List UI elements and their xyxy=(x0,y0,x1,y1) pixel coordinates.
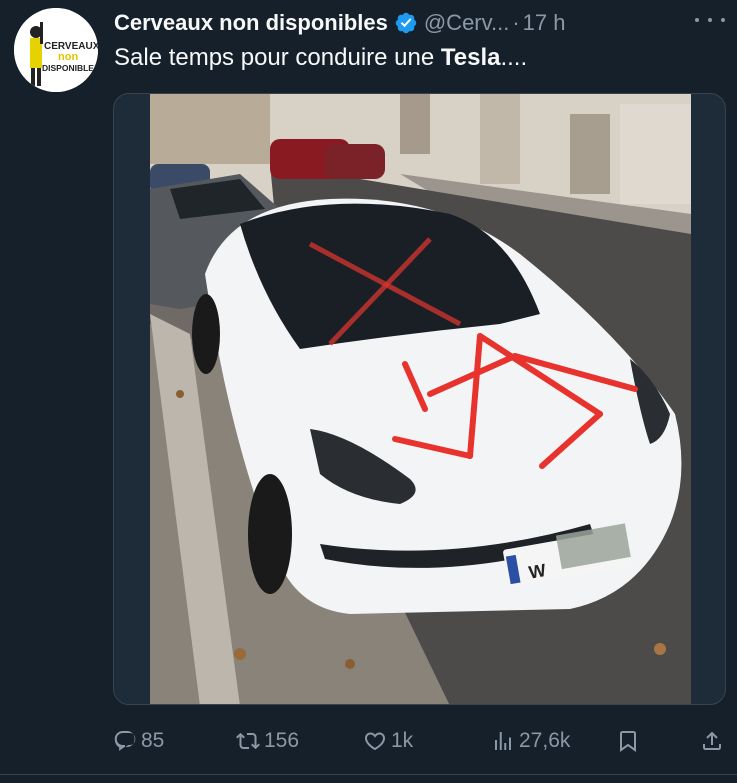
timestamp[interactable]: 17 h xyxy=(523,10,566,36)
tweet[interactable]: CERVEAUX non DISPONIBLES Cerveaux non di… xyxy=(0,0,737,783)
repost-icon xyxy=(236,732,260,750)
share-icon xyxy=(703,731,721,750)
reply-count: 85 xyxy=(141,729,165,752)
plate-text: W xyxy=(527,560,547,583)
tweet-header: Cerveaux non disponibles @Cerv... · 17 h xyxy=(114,8,723,38)
car-photo: W xyxy=(150,94,691,704)
share-button[interactable] xyxy=(700,724,728,758)
views-count: 27,6k xyxy=(519,729,571,752)
tweet-media[interactable]: W xyxy=(113,93,726,705)
reply-button[interactable]: 85 xyxy=(113,724,164,758)
svg-text:non: non xyxy=(58,51,78,63)
views-button[interactable]: 27,6k xyxy=(491,724,570,758)
avatar[interactable]: CERVEAUX non DISPONIBLES xyxy=(14,8,98,92)
reply-icon xyxy=(114,731,136,751)
tweet-photo[interactable]: W xyxy=(150,94,691,704)
like-count: 1k xyxy=(391,729,414,752)
svg-text:DISPONIBLES: DISPONIBLES xyxy=(42,63,98,73)
verified-badge-icon xyxy=(395,12,417,34)
bookmark-icon xyxy=(620,731,636,752)
like-button[interactable]: 1k xyxy=(363,724,413,758)
avatar-logo: CERVEAUX non DISPONIBLES xyxy=(14,8,98,92)
handle[interactable]: @Cerv... xyxy=(424,10,510,36)
bookmark-button[interactable] xyxy=(616,724,644,758)
tweet-text: Sale temps pour conduire une Tesla.... xyxy=(114,44,527,72)
repost-button[interactable]: 156 xyxy=(236,724,299,758)
tweet-text-plain: Sale temps pour conduire une xyxy=(114,44,441,71)
more-icon[interactable] xyxy=(695,8,725,32)
tweet-text-tail: .... xyxy=(500,44,528,71)
separator-dot: · xyxy=(512,10,520,35)
tweet-text-bold: Tesla xyxy=(440,44,501,71)
repost-count: 156 xyxy=(264,729,300,752)
display-name[interactable]: Cerveaux non disponibles xyxy=(114,10,388,36)
divider xyxy=(0,774,737,775)
action-bar: 85 156 1k 27,6k xyxy=(113,724,726,758)
heart-icon xyxy=(364,732,386,751)
views-icon xyxy=(495,732,511,750)
